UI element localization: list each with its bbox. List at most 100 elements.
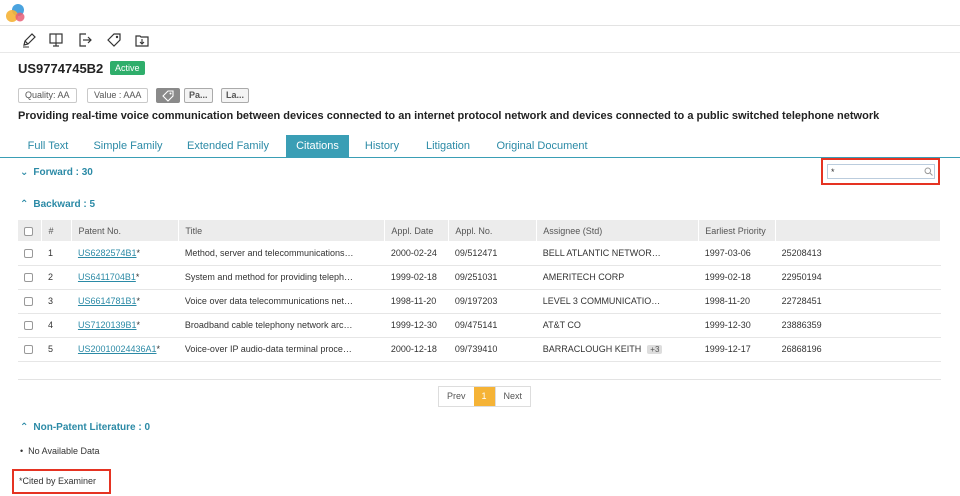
- chevron-down-icon: ⌄: [20, 167, 29, 178]
- value-box: Value : AAA: [87, 88, 149, 103]
- col-earliest-priority[interactable]: Earliest Priority: [698, 220, 777, 241]
- row-appl-no: 09/197203: [448, 289, 537, 314]
- col-appl-date[interactable]: Appl. Date: [384, 220, 450, 241]
- row-code: 25208413: [775, 241, 941, 266]
- row-title: Voice-over IP audio-data terminal proce…: [178, 337, 385, 362]
- col-appl-no[interactable]: Appl. No.: [448, 220, 538, 241]
- row-title: Broadband cable telephony network arc…: [178, 313, 385, 338]
- current-page-button[interactable]: 1: [473, 387, 495, 406]
- row-title: Voice over data telecommunications net…: [178, 289, 385, 314]
- select-all-cell[interactable]: [18, 220, 43, 241]
- col-extra: [775, 220, 941, 241]
- col-assignee[interactable]: Assignee (Std): [536, 220, 700, 241]
- select-all-checkbox[interactable]: [24, 226, 33, 236]
- pencil-icon[interactable]: [20, 31, 38, 49]
- row-priority: 1998-11-20: [698, 289, 776, 314]
- row-appl-no: 09/512471: [448, 241, 537, 266]
- row-code: 23886359: [775, 313, 941, 338]
- row-code: 22728451: [775, 289, 941, 314]
- chevron-up-icon: ⌃: [20, 199, 29, 210]
- col-title[interactable]: Title: [178, 220, 386, 241]
- col-patent-no[interactable]: Patent No.: [71, 220, 180, 241]
- export-icon[interactable]: [76, 31, 94, 49]
- forward-section-toggle[interactable]: ⌄ Forward : 30: [20, 167, 93, 178]
- examiner-mark: *: [136, 296, 141, 306]
- tab-litigation[interactable]: Litigation: [418, 135, 478, 158]
- row-code: 22950194: [775, 265, 941, 290]
- patent-link[interactable]: US6614781B1: [78, 296, 137, 306]
- examiner-mark: *: [156, 344, 161, 354]
- row-index: 2: [41, 265, 72, 290]
- examiner-mark: *: [136, 247, 141, 258]
- row-appl-no: 09/739410: [448, 337, 537, 362]
- row-title: Method, server and telecommunications…: [178, 241, 385, 266]
- top-bar: [0, 0, 960, 26]
- row-checkbox[interactable]: [24, 321, 33, 331]
- tab-original-document[interactable]: Original Document: [488, 135, 596, 158]
- patent-link[interactable]: US6411704B1: [78, 272, 136, 282]
- tab-bar: Full Text Simple Family Extended Family …: [0, 135, 960, 158]
- tab-extended-family[interactable]: Extended Family: [179, 135, 277, 158]
- row-checkbox[interactable]: [24, 297, 33, 307]
- chevron-up-icon: ⌃: [20, 422, 29, 433]
- row-checkbox[interactable]: [24, 345, 33, 355]
- pagination: Prev 1 Next: [438, 386, 532, 407]
- row-title: System and method for providing teleph…: [178, 265, 385, 290]
- row-index: 1: [41, 241, 72, 266]
- tab-citations[interactable]: Citations: [286, 135, 349, 158]
- patent-link[interactable]: US20010024436A1: [78, 344, 157, 354]
- tab-full-text[interactable]: Full Text: [18, 135, 78, 158]
- tag-button[interactable]: [156, 88, 180, 103]
- npl-section-toggle[interactable]: ⌃ Non-Patent Literature : 0: [20, 422, 150, 433]
- more-assignees-badge[interactable]: +3: [647, 345, 663, 354]
- chip-la[interactable]: La...: [221, 88, 250, 103]
- section-divider: [18, 379, 941, 380]
- tag-icon[interactable]: [105, 31, 123, 49]
- forward-label: Forward : 30: [33, 167, 93, 178]
- examiner-mark: *: [136, 320, 141, 330]
- patent-link[interactable]: US6282574B1: [78, 248, 137, 258]
- save-to-folder-icon[interactable]: [133, 31, 151, 49]
- row-checkbox[interactable]: [24, 248, 33, 258]
- patent-link[interactable]: US7120139B1: [78, 320, 137, 330]
- table-row: 5 US20010024436A1* Voice-over IP audio-d…: [18, 337, 941, 362]
- row-priority: 1999-12-17: [698, 337, 776, 362]
- chip-pa[interactable]: Pa...: [184, 88, 213, 103]
- examiner-mark: *: [135, 272, 140, 282]
- citations-table: # Patent No. Title Appl. Date Appl. No. …: [18, 220, 941, 362]
- npl-empty-text: No Available Data: [28, 446, 100, 456]
- npl-empty-item: • No Available Data: [20, 446, 100, 456]
- row-assignee: BARRACLOUGH KEITH +3: [536, 337, 699, 362]
- col-index: #: [41, 220, 73, 241]
- prev-page-button[interactable]: Prev: [439, 387, 474, 406]
- row-checkbox[interactable]: [24, 273, 33, 283]
- search-input[interactable]: [827, 164, 935, 179]
- table-row: 3 US6614781B1* Voice over data telecommu…: [18, 289, 941, 314]
- assignee-name: BARRACLOUGH KEITH: [542, 344, 642, 354]
- row-appl-date: 1999-12-30: [384, 313, 449, 338]
- search-icon[interactable]: [924, 167, 933, 176]
- monitor-icon[interactable]: [47, 31, 65, 49]
- table-row: 4 US7120139B1* Broadband cable telephony…: [18, 313, 941, 338]
- patent-number: US9774745B2: [18, 61, 104, 76]
- table-row: 2 US6411704B1* System and method for pro…: [18, 265, 941, 290]
- row-priority: 1999-12-30: [698, 313, 776, 338]
- tab-simple-family[interactable]: Simple Family: [87, 135, 169, 158]
- toolbar: [0, 27, 960, 53]
- tag-icon: [162, 90, 174, 102]
- row-appl-date: 2000-12-18: [384, 337, 449, 362]
- table-header-row: # Patent No. Title Appl. Date Appl. No. …: [18, 220, 941, 241]
- backward-section-toggle[interactable]: ⌃ Backward : 5: [20, 199, 95, 210]
- row-index: 3: [41, 289, 72, 314]
- row-appl-date: 1999-02-18: [384, 265, 449, 290]
- quality-box: Quality: AA: [18, 88, 77, 103]
- row-priority: 1999-02-18: [698, 265, 776, 290]
- row-appl-date: 1998-11-20: [384, 289, 449, 314]
- tab-history[interactable]: History: [357, 135, 407, 158]
- backward-label: Backward : 5: [33, 199, 96, 210]
- row-appl-no: 09/475141: [448, 313, 537, 338]
- npl-label: Non-Patent Literature : 0: [33, 422, 151, 433]
- next-page-button[interactable]: Next: [494, 387, 531, 406]
- row-index: 4: [41, 313, 72, 338]
- app-logo[interactable]: [5, 3, 27, 23]
